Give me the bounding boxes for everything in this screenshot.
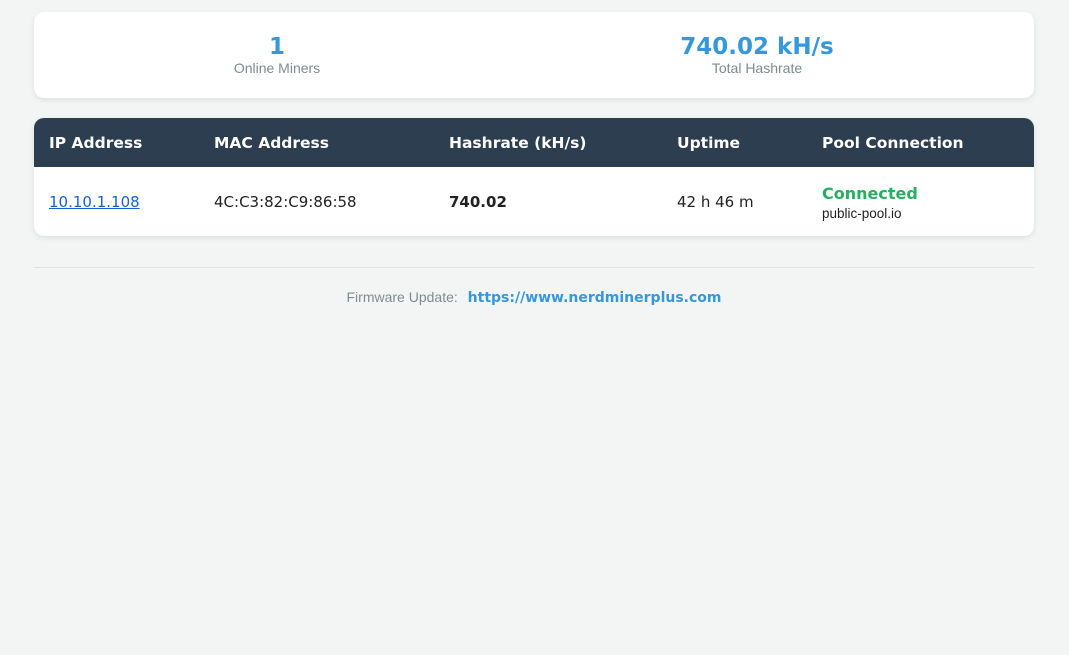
header-hashrate: Hashrate (kH/s)	[449, 133, 587, 152]
dashboard: 1 Online Miners 740.02 kH/s Total Hashra…	[34, 12, 1034, 306]
stats-card: 1 Online Miners 740.02 kH/s Total Hashra…	[34, 12, 1034, 98]
footer-divider	[34, 267, 1034, 268]
cell-pool: Connected public-pool.io	[807, 167, 1034, 236]
cell-mac: 4C:C3:82:C9:86:58	[214, 192, 357, 211]
cell-ip: 10.10.1.108	[34, 167, 199, 236]
table-row: 10.10.1.108 4C:C3:82:C9:86:58 740.02 42 …	[34, 167, 1034, 236]
table-header-row: IP Address MAC Address Hashrate (kH/s) U…	[34, 118, 1034, 167]
miners-table: IP Address MAC Address Hashrate (kH/s) U…	[34, 118, 1034, 236]
online-miners-label: Online Miners	[233, 60, 321, 76]
total-hashrate-stat: 740.02 kH/s Total Hashrate	[607, 32, 907, 76]
header-uptime: Uptime	[677, 133, 741, 152]
miners-table-card: IP Address MAC Address Hashrate (kH/s) U…	[34, 118, 1034, 236]
cell-hashrate: 740.02	[449, 192, 507, 211]
online-miners-value: 1	[268, 34, 285, 60]
firmware-update-link[interactable]: https://www.nerdminerplus.com	[468, 290, 722, 306]
firmware-update-label: Firmware Update:	[346, 289, 458, 305]
header-ip-address: IP Address	[49, 133, 143, 152]
cell-uptime: 42 h 46 m	[677, 192, 754, 211]
total-hashrate-value: 740.02 kH/s	[680, 34, 834, 60]
footer: Firmware Update: https://www.nerdminerpl…	[34, 289, 1034, 306]
online-miners-stat: 1 Online Miners	[127, 32, 427, 76]
pool-status-badge: Connected	[822, 184, 918, 203]
header-pool-connection: Pool Connection	[822, 133, 964, 152]
total-hashrate-label: Total Hashrate	[711, 60, 803, 76]
pool-name: public-pool.io	[822, 206, 902, 221]
header-mac-address: MAC Address	[214, 133, 329, 152]
miner-ip-link[interactable]: 10.10.1.108	[49, 193, 140, 211]
